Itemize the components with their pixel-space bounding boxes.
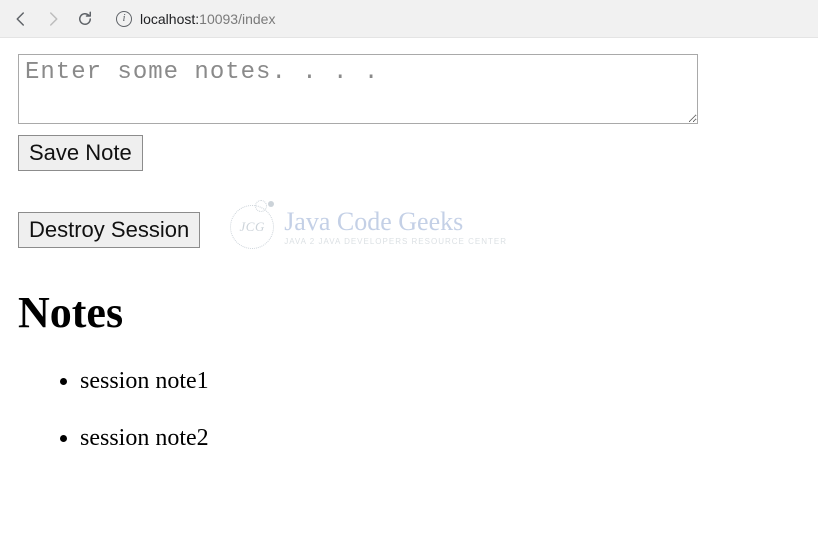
notes-list: session note1 session note2 xyxy=(18,368,800,452)
destroy-session-button[interactable]: Destroy Session xyxy=(18,212,200,248)
reload-button[interactable] xyxy=(70,4,100,34)
arrow-right-icon xyxy=(44,10,62,28)
back-button[interactable] xyxy=(6,4,36,34)
save-note-button[interactable]: Save Note xyxy=(18,135,143,171)
list-item: session note1 xyxy=(80,368,800,395)
site-info-icon[interactable]: i xyxy=(116,11,132,27)
url-text: localhost:10093/index xyxy=(140,11,275,27)
reload-icon xyxy=(76,10,94,28)
arrow-left-icon xyxy=(12,10,30,28)
watermark-logo: Java Code Geeks Java 2 Java Developers R… xyxy=(230,205,507,249)
page-content: Save Note Destroy Session Java Code Geek… xyxy=(0,38,818,498)
watermark-text: Java Code Geeks Java 2 Java Developers R… xyxy=(284,209,507,246)
jcg-badge-icon xyxy=(230,205,274,249)
forward-button[interactable] xyxy=(38,4,68,34)
browser-toolbar: i localhost:10093/index xyxy=(0,0,818,38)
address-bar[interactable]: i localhost:10093/index xyxy=(108,5,812,33)
notes-textarea[interactable] xyxy=(18,54,698,124)
notes-heading: Notes xyxy=(18,287,800,338)
watermark-title: Java Code Geeks xyxy=(284,209,507,235)
watermark-subtitle: Java 2 Java Developers Resource Center xyxy=(284,237,507,246)
list-item: session note2 xyxy=(80,425,800,452)
